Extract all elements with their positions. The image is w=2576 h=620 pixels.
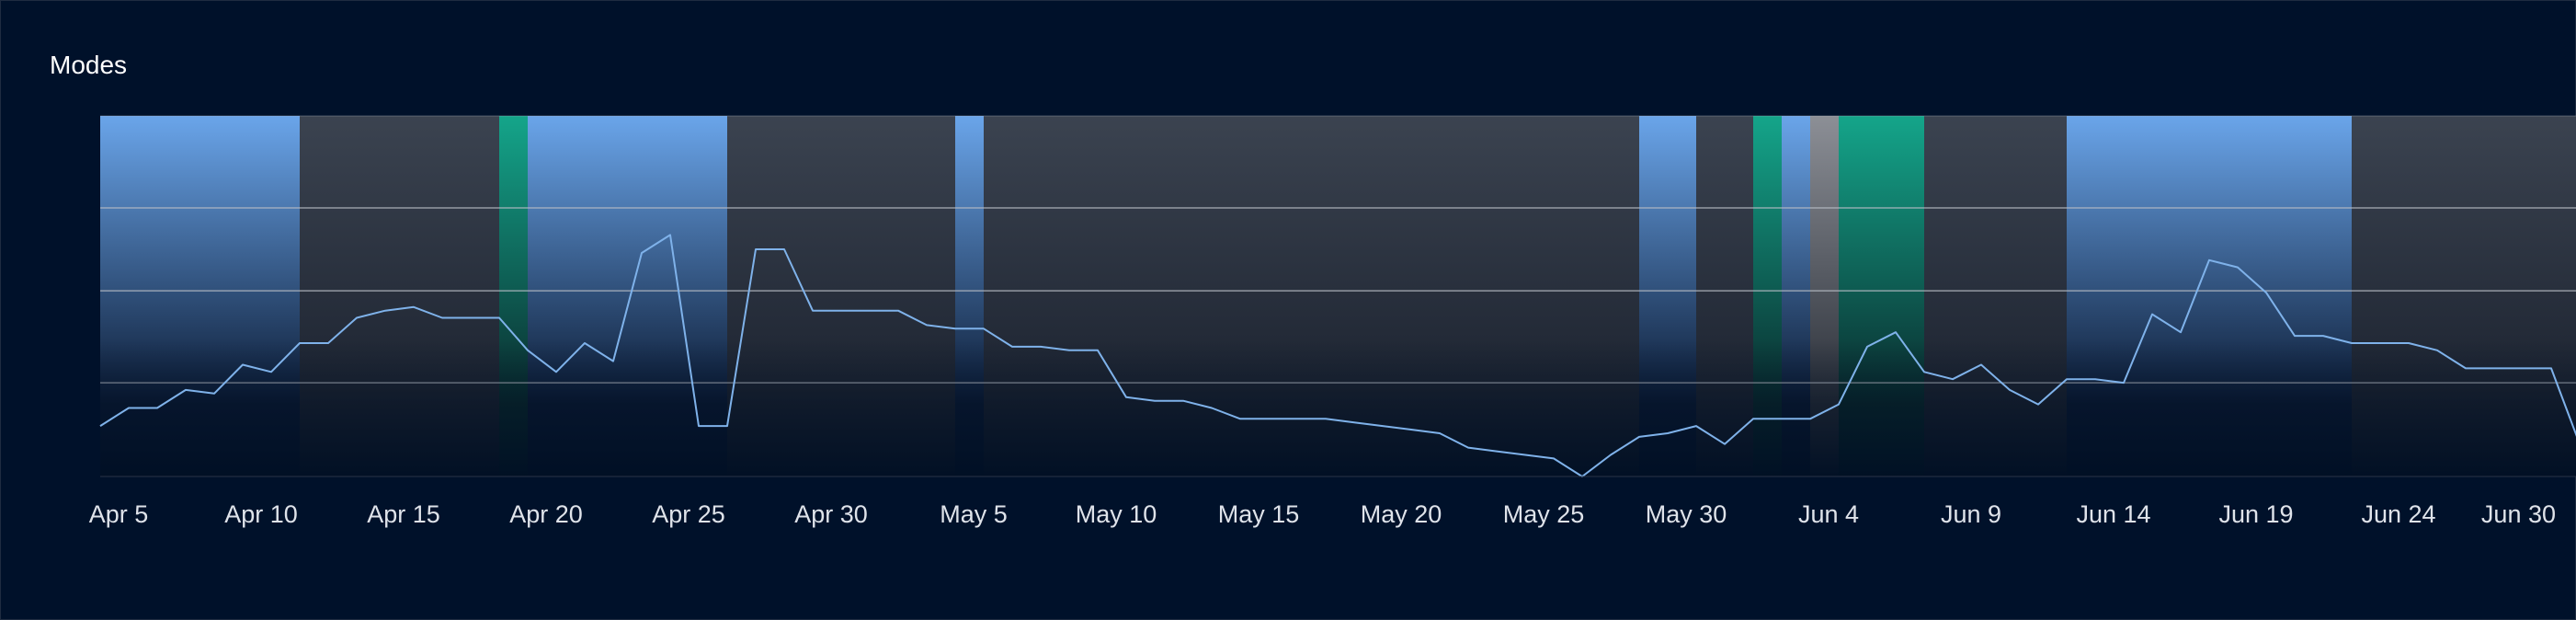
- plot-bottom-fade: [100, 339, 2576, 476]
- x-tick-label: Jun 4: [1798, 500, 1859, 528]
- x-tick-label: Jun 19: [2218, 500, 2293, 528]
- x-tick-label: Apr 10: [224, 500, 298, 528]
- modes-chart: Apr 5 Apr 10 Apr 15 Apr 20 Apr 25 Apr 30 May 5…: [89, 115, 2576, 528]
- x-tick-label: Apr 25: [652, 500, 725, 528]
- x-tick-label: Jun 30: [2481, 500, 2556, 528]
- x-tick-label: Jun 9: [1941, 500, 2001, 528]
- x-tick-label: Jun 14: [2076, 500, 2150, 528]
- x-tick-label: May 5: [940, 500, 1008, 528]
- x-tick-label: Apr 15: [367, 500, 440, 528]
- x-tick-label: Apr 30: [794, 500, 868, 528]
- x-axis: Apr 5 Apr 10 Apr 15 Apr 20 Apr 25 Apr 30 May 5…: [89, 476, 2576, 528]
- x-tick-label: May 25: [1503, 500, 1585, 528]
- x-tick-label: Jun 24: [2361, 500, 2435, 528]
- x-tick-label: Apr 20: [509, 500, 583, 528]
- x-tick-label: May 20: [1361, 500, 1442, 528]
- plot-fade: [100, 339, 2576, 476]
- x-tick-label: May 15: [1218, 500, 1300, 528]
- x-tick-label: Apr 5: [89, 500, 149, 528]
- x-tick-label: May 10: [1076, 500, 1157, 528]
- x-tick-label: May 30: [1646, 500, 1727, 528]
